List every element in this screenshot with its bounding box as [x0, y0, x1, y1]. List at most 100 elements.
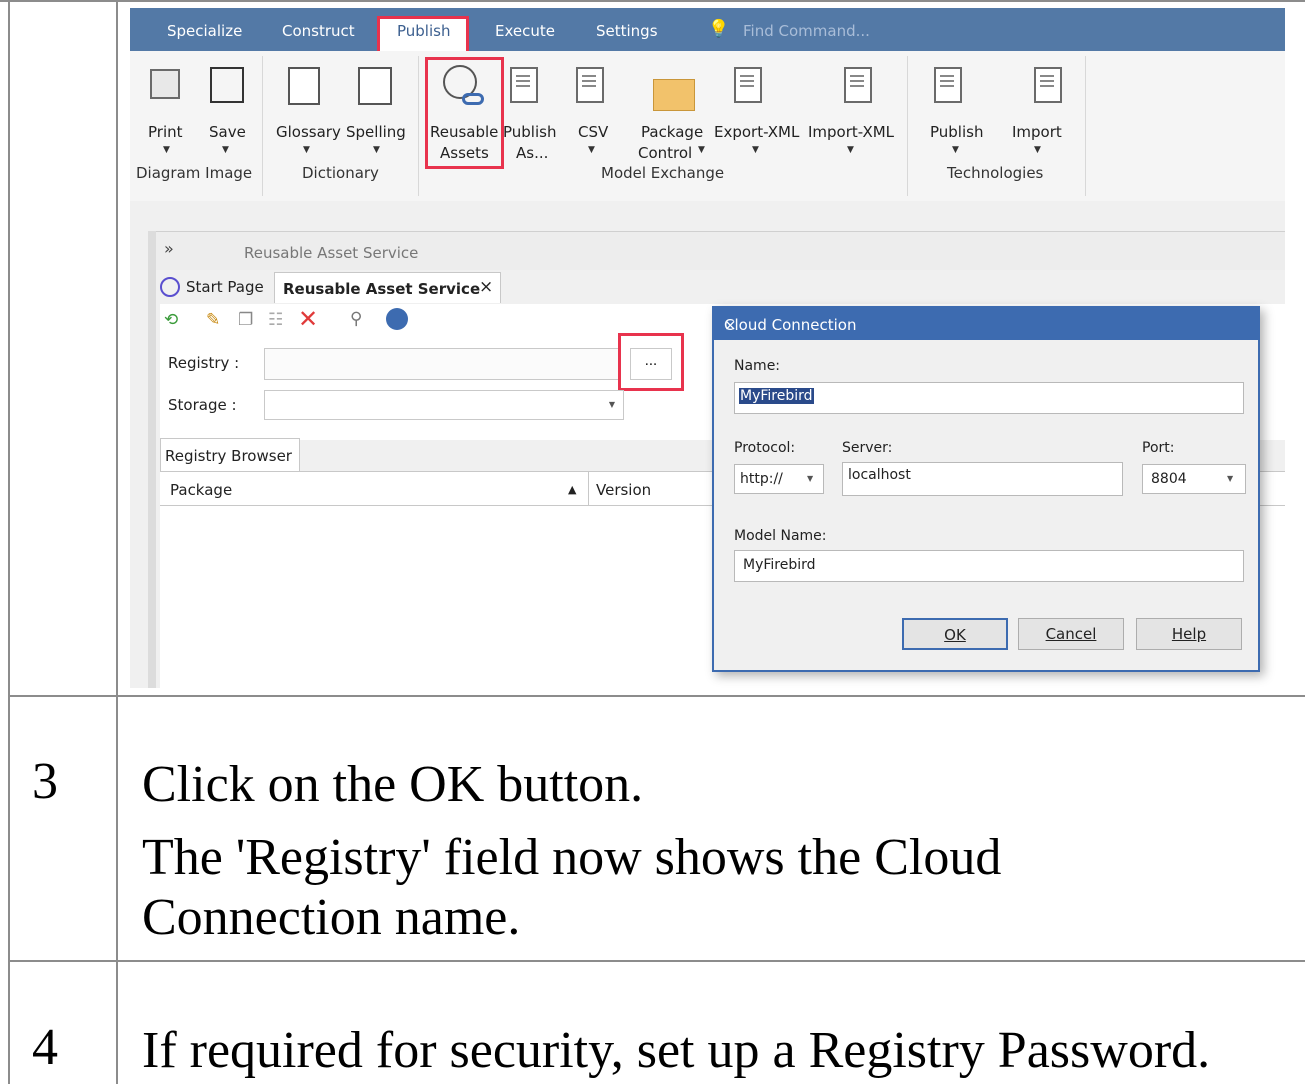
- protocol-select[interactable]: http:// ▼: [734, 464, 824, 494]
- storage-select[interactable]: ▼: [264, 390, 624, 420]
- protocol-value: http://: [740, 471, 783, 487]
- document-tabs: Start Page Reusable Asset Service ×: [156, 272, 1285, 304]
- package-control-button-line2[interactable]: Control: [638, 144, 692, 162]
- menu-execute[interactable]: Execute: [495, 22, 555, 40]
- copy-icon[interactable]: ❐: [238, 310, 253, 330]
- package-folder-icon: [653, 79, 695, 111]
- registry-label: Registry :: [168, 354, 240, 372]
- print-button[interactable]: Print: [148, 123, 183, 141]
- export-xml-button[interactable]: Export-XML: [714, 123, 799, 141]
- sort-ascending-icon: ▲: [568, 483, 577, 496]
- group-model-exchange: Model Exchange: [601, 164, 725, 182]
- chevron-down-icon: ▼: [1227, 474, 1234, 483]
- ribbon-separator: [262, 56, 263, 196]
- group-technologies: Technologies: [947, 164, 1044, 182]
- publish-technology-icon: [934, 67, 962, 103]
- server-label: Server:: [842, 440, 893, 456]
- help-icon[interactable]: [386, 308, 408, 330]
- menu-specialize[interactable]: Specialize: [167, 22, 242, 40]
- menu-construct[interactable]: Construct: [282, 22, 355, 40]
- dialog-title-bar: Cloud Connection ×: [714, 308, 1258, 340]
- name-field[interactable]: MyFirebird: [734, 382, 1244, 414]
- publish-technology-button[interactable]: Publish: [930, 123, 983, 141]
- step-note-line: The 'Registry' field now shows the Cloud: [142, 829, 1002, 886]
- expand-chevron-icon[interactable]: »: [164, 239, 174, 258]
- lightbulb-icon: 💡: [708, 19, 730, 39]
- registry-field[interactable]: [264, 348, 619, 380]
- publish-as-icon: [510, 67, 538, 103]
- browse-button-highlight: [618, 333, 684, 391]
- search-icon[interactable]: ⚲: [350, 309, 362, 329]
- step-note-line: Connection name.: [142, 889, 521, 946]
- save-button[interactable]: Save: [209, 123, 246, 141]
- table-top-border: [0, 0, 1305, 2]
- publish-menu-highlight: [377, 16, 469, 54]
- import-xml-icon: [844, 67, 872, 103]
- chevron-down-icon: ▼: [588, 145, 595, 155]
- table-column-divider: [116, 0, 118, 1084]
- server-field[interactable]: localhost: [842, 462, 1123, 496]
- group-dictionary: Dictionary: [302, 164, 379, 182]
- reusable-assets-highlight: [425, 57, 504, 169]
- refresh-icon[interactable]: ⟲: [164, 310, 178, 330]
- registry-browser-tab[interactable]: Registry Browser: [160, 438, 300, 471]
- ribbon-separator: [1085, 56, 1086, 196]
- model-name-field[interactable]: MyFirebird: [734, 550, 1244, 582]
- chevron-down-icon: ▼: [163, 145, 170, 155]
- close-icon[interactable]: ×: [724, 316, 1246, 334]
- print-icon: [150, 69, 180, 99]
- port-select[interactable]: 8804 ▼: [1142, 464, 1246, 494]
- spelling-icon: [358, 67, 392, 105]
- find-command-input[interactable]: Find Command...: [743, 22, 870, 40]
- server-value: localhost: [848, 467, 911, 483]
- delete-icon[interactable]: ✕: [298, 305, 318, 333]
- chevron-down-icon: ▼: [698, 145, 705, 155]
- name-value-selected: MyFirebird: [739, 388, 814, 404]
- chevron-down-icon: ▼: [222, 145, 229, 155]
- protocol-label: Protocol:: [734, 440, 796, 456]
- column-package[interactable]: Package: [170, 481, 232, 499]
- import-xml-button[interactable]: Import-XML: [808, 123, 894, 141]
- menu-bar: Specialize Construct Publish Execute Set…: [130, 8, 1285, 51]
- step-instruction: Click on the OK button.: [142, 756, 644, 813]
- tab-label: Reusable Asset Service: [283, 280, 481, 298]
- chevron-down-icon: ▼: [1034, 145, 1041, 155]
- panel-left-edge: [148, 231, 156, 688]
- tab-reusable-asset-service[interactable]: Reusable Asset Service ×: [274, 272, 501, 303]
- spelling-button[interactable]: Spelling: [346, 123, 406, 141]
- chevron-down-icon: ▼: [303, 145, 310, 155]
- publish-as-button-line1[interactable]: Publish: [503, 123, 556, 141]
- step-number: 4: [32, 1019, 58, 1076]
- port-label: Port:: [1142, 440, 1175, 456]
- model-name-value: MyFirebird: [743, 557, 816, 573]
- port-value: 8804: [1151, 471, 1187, 487]
- publish-as-button-line2[interactable]: As...: [516, 144, 548, 162]
- csv-icon: [576, 67, 604, 103]
- panel-title: Reusable Asset Service: [244, 244, 419, 262]
- model-name-label: Model Name:: [734, 528, 827, 544]
- list-icon[interactable]: ☷: [268, 310, 283, 330]
- name-label: Name:: [734, 358, 781, 374]
- start-page-icon: [160, 277, 180, 297]
- glossary-button[interactable]: Glossary: [276, 123, 341, 141]
- csv-button[interactable]: CSV: [578, 123, 608, 141]
- chevron-down-icon: ▼: [608, 400, 615, 409]
- export-xml-icon: [734, 67, 762, 103]
- close-icon[interactable]: ×: [479, 277, 493, 297]
- import-technology-icon: [1034, 67, 1062, 103]
- column-version[interactable]: Version: [596, 481, 651, 499]
- import-technology-button[interactable]: Import: [1012, 123, 1062, 141]
- save-diagram-icon: [210, 67, 244, 103]
- ribbon-separator: [418, 56, 419, 196]
- help-button[interactable]: Help: [1136, 618, 1242, 650]
- new-icon[interactable]: ✎: [206, 310, 220, 330]
- cancel-button[interactable]: Cancel: [1018, 618, 1124, 650]
- table-row-divider: [8, 695, 1305, 697]
- chevron-down-icon: ▼: [752, 145, 759, 155]
- ok-button[interactable]: OK: [902, 618, 1008, 650]
- storage-label: Storage :: [168, 396, 237, 414]
- package-control-button-line1[interactable]: Package: [641, 123, 703, 141]
- chevron-down-icon: ▼: [952, 145, 959, 155]
- menu-settings[interactable]: Settings: [596, 22, 658, 40]
- step-number: 3: [32, 753, 58, 810]
